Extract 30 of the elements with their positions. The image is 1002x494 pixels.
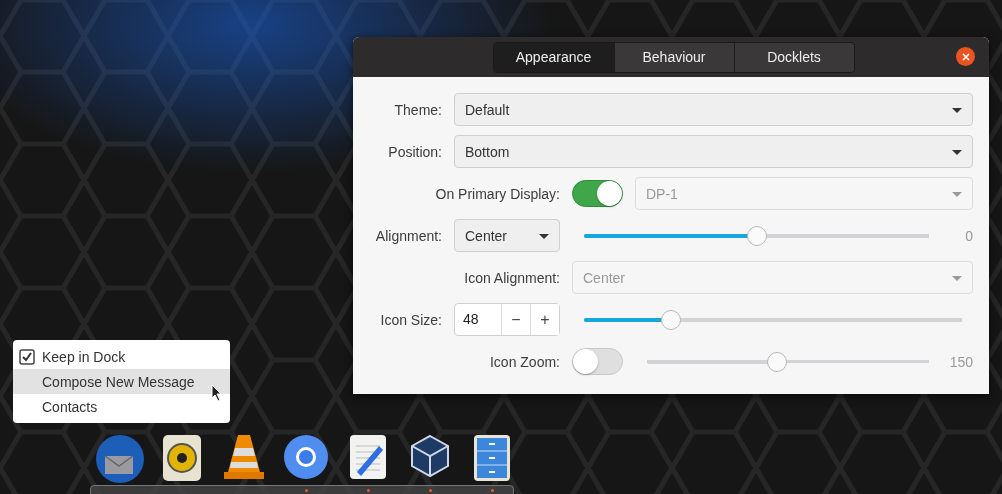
speaker-icon[interactable]	[162, 434, 202, 482]
cube-icon[interactable]	[410, 434, 450, 480]
spin-field[interactable]: 48 − +	[454, 303, 560, 336]
close-button[interactable]	[956, 47, 975, 66]
tab[interactable]: Appearance	[493, 42, 614, 72]
close-icon	[961, 52, 970, 61]
field-label: Icon Size:	[379, 311, 442, 328]
mouse-pointer-icon	[211, 384, 223, 402]
slider-value: 150	[948, 353, 973, 370]
field-label: Theme:	[393, 101, 442, 118]
field-label: Position:	[387, 143, 442, 160]
dropdown[interactable]: Bottom	[454, 135, 973, 168]
tab[interactable]: Docklets	[733, 42, 854, 72]
field-label: On Primary Display:	[434, 185, 560, 202]
text-editor-icon[interactable]	[349, 434, 387, 480]
field-label: Alignment:	[374, 227, 442, 244]
field-label: Icon Alignment:	[463, 269, 560, 286]
slider-value: 0	[964, 227, 973, 244]
dropdown[interactable]: Default	[454, 93, 973, 126]
checkbox-icon[interactable]	[19, 348, 35, 365]
dropdown[interactable]: Center	[454, 219, 560, 252]
browser-icon[interactable]	[283, 434, 329, 480]
tab[interactable]: Behaviour	[613, 42, 734, 72]
traffic-cone-icon[interactable]	[223, 434, 265, 480]
field-label: Icon Zoom:	[488, 353, 560, 370]
increment-button[interactable]: +	[530, 304, 559, 335]
menu-item[interactable]: Compose New Message	[13, 369, 230, 394]
toggle-switch[interactable]	[572, 348, 623, 375]
bird-mail-icon[interactable]	[95, 434, 145, 484]
file-cabinet-icon[interactable]	[473, 434, 511, 482]
